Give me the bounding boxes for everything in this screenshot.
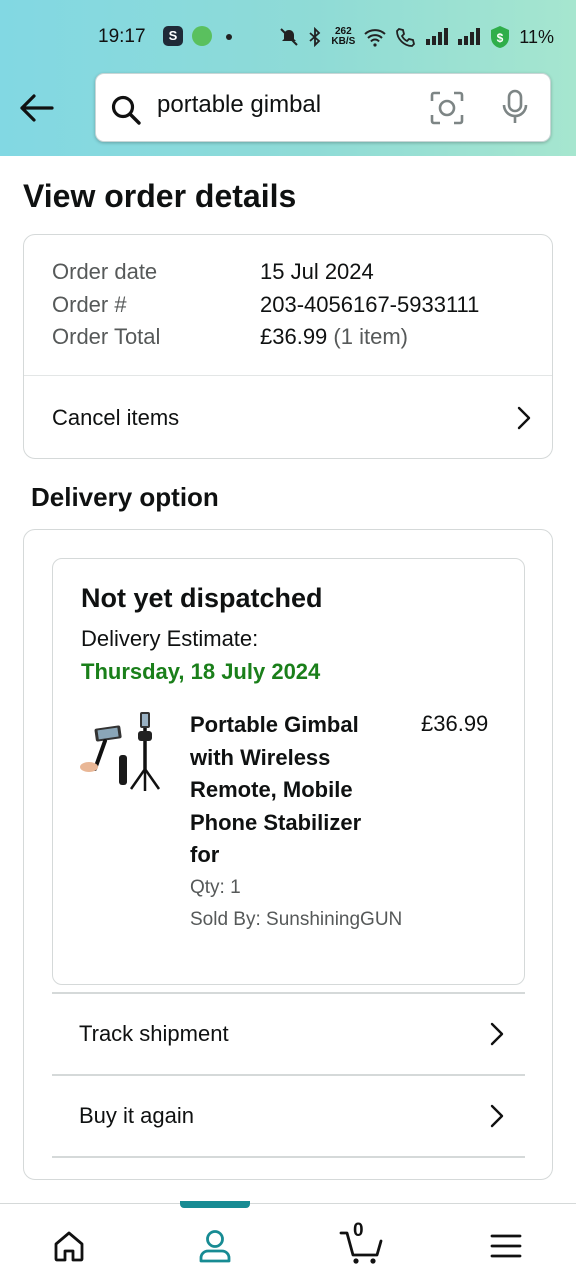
shipment-status: Not yet dispatched <box>81 583 323 613</box>
nav-menu-button[interactable] <box>486 1226 526 1266</box>
shipment-card: Not yet dispatched Delivery Estimate: Th… <box>52 558 525 985</box>
back-arrow-icon <box>20 94 54 122</box>
cart-count-badge: 0 <box>353 1220 364 1241</box>
order-number-label: Order # <box>52 292 127 317</box>
chevron-right-icon <box>490 1022 504 1046</box>
product-quantity: Qty: 1 <box>190 877 241 898</box>
signal-icon-2 <box>458 28 481 45</box>
chevron-right-icon <box>517 406 531 429</box>
camera-search-icon[interactable] <box>430 91 464 125</box>
status-bar: 19:17 S 262 KB/S $ 11% <box>0 0 576 72</box>
track-shipment-label: Track shipment <box>79 1021 229 1046</box>
nav-cart-button[interactable]: 0 <box>337 1220 387 1266</box>
active-tab-indicator <box>180 1201 250 1208</box>
status-icons: 262 KB/S $ 11% <box>279 22 554 52</box>
account-icon <box>199 1230 231 1263</box>
track-shipment-button[interactable]: Track shipment <box>79 994 505 1074</box>
product-seller: Sold By: SunshiningGUN <box>190 909 403 930</box>
more-notifications-dot-icon <box>226 34 232 40</box>
cancel-items-button[interactable]: Cancel items <box>52 376 532 459</box>
back-button[interactable] <box>16 88 56 128</box>
nav-home-button[interactable] <box>49 1226 89 1266</box>
page-title: View order details <box>23 178 297 214</box>
order-date-label: Order date <box>52 259 158 284</box>
delivery-estimate-date: Thursday, 18 July 2024 <box>81 659 321 684</box>
order-total-items: (1 item) <box>333 324 408 349</box>
bottom-navigation: 0 <box>0 1201 576 1280</box>
buy-it-again-button[interactable]: Buy it again <box>79 1076 505 1156</box>
product-price: £36.99 <box>421 711 489 736</box>
order-date-value: 15 Jul 2024 <box>260 259 374 284</box>
delivery-card: Not yet dispatched Delivery Estimate: Th… <box>23 529 553 1180</box>
order-total-value: £36.99 (1 item) <box>260 324 408 350</box>
order-total-label: Order Total <box>52 324 161 349</box>
status-time: 19:17 <box>98 26 146 47</box>
home-icon <box>54 1231 84 1262</box>
search-icon <box>111 95 141 125</box>
security-shield-icon: $ <box>491 26 510 48</box>
shazam-notification-icon: S <box>163 26 183 46</box>
app-header: 19:17 S 262 KB/S $ 11% <box>0 0 576 156</box>
wifi-icon <box>364 29 386 47</box>
delivery-section-title: Delivery option <box>31 482 219 512</box>
chevron-right-icon <box>490 1104 504 1128</box>
microphone-icon[interactable] <box>500 89 530 125</box>
bluetooth-icon <box>309 27 321 47</box>
order-number-value: 203-4056167-5933111 <box>260 292 480 317</box>
battery-percent: 11% <box>519 26 554 47</box>
search-input[interactable] <box>157 91 407 119</box>
order-summary-card: Order date 15 Jul 2024 Order # 203-40561… <box>23 234 553 459</box>
search-bar[interactable] <box>95 73 551 142</box>
signal-icon-1 <box>426 28 449 45</box>
app-notification-icon <box>192 26 212 46</box>
order-total-amount: £36.99 <box>260 324 328 349</box>
cancel-items-label: Cancel items <box>52 404 180 430</box>
divider <box>52 1156 525 1158</box>
nav-account-button[interactable] <box>195 1226 235 1266</box>
hamburger-menu-icon <box>490 1234 522 1258</box>
product-thumbnail[interactable] <box>79 709 167 799</box>
svg-text:$: $ <box>497 31 504 45</box>
product-title-link[interactable]: Portable Gimbal with Wireless Remote, Mo… <box>190 709 390 872</box>
mute-bell-icon <box>280 28 299 46</box>
call-icon <box>396 28 416 47</box>
buy-it-again-label: Buy it again <box>79 1103 194 1128</box>
network-speed: 262 KB/S <box>331 26 356 47</box>
delivery-estimate-label: Delivery Estimate: <box>81 626 259 651</box>
